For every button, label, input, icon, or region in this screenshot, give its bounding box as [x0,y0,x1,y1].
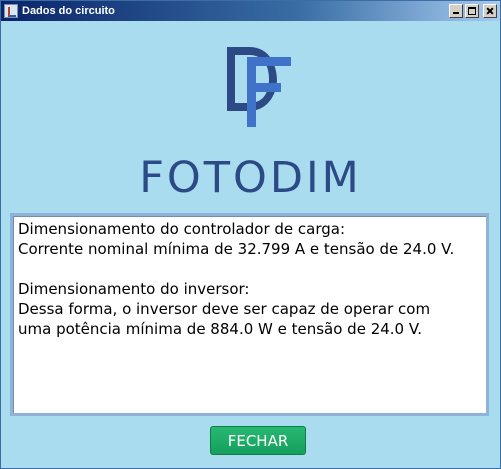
close-window-icon[interactable] [483,4,497,18]
window-title: Dados do circuito [22,5,115,17]
window-controls [449,4,497,18]
maximize-icon[interactable] [465,4,479,18]
dialog-window: Dados do circuito FOTODIM Dimensionament… [0,0,501,469]
fotodim-logo-icon [227,47,291,127]
result-text-area[interactable]: Dimensionamento do controlador de carga:… [10,213,489,416]
controller-heading: Dimensionamento do controlador de carga: [18,220,346,238]
fechar-button[interactable]: FECHAR [210,426,306,455]
inverter-result-line-1: Dessa forma, o inversor deve ser capaz d… [18,300,431,318]
minimize-icon[interactable] [449,4,463,18]
java-app-icon [4,4,18,18]
inverter-heading: Dimensionamento do inversor: [18,280,250,298]
title-bar[interactable]: Dados do circuito [1,1,500,21]
brand-name: FOTODIM [139,153,362,203]
inverter-result-line-2: uma potência mínima de 884.0 W e tensão … [18,320,422,338]
controller-result: Corrente nominal mínima de 32.799 A e te… [18,240,455,258]
